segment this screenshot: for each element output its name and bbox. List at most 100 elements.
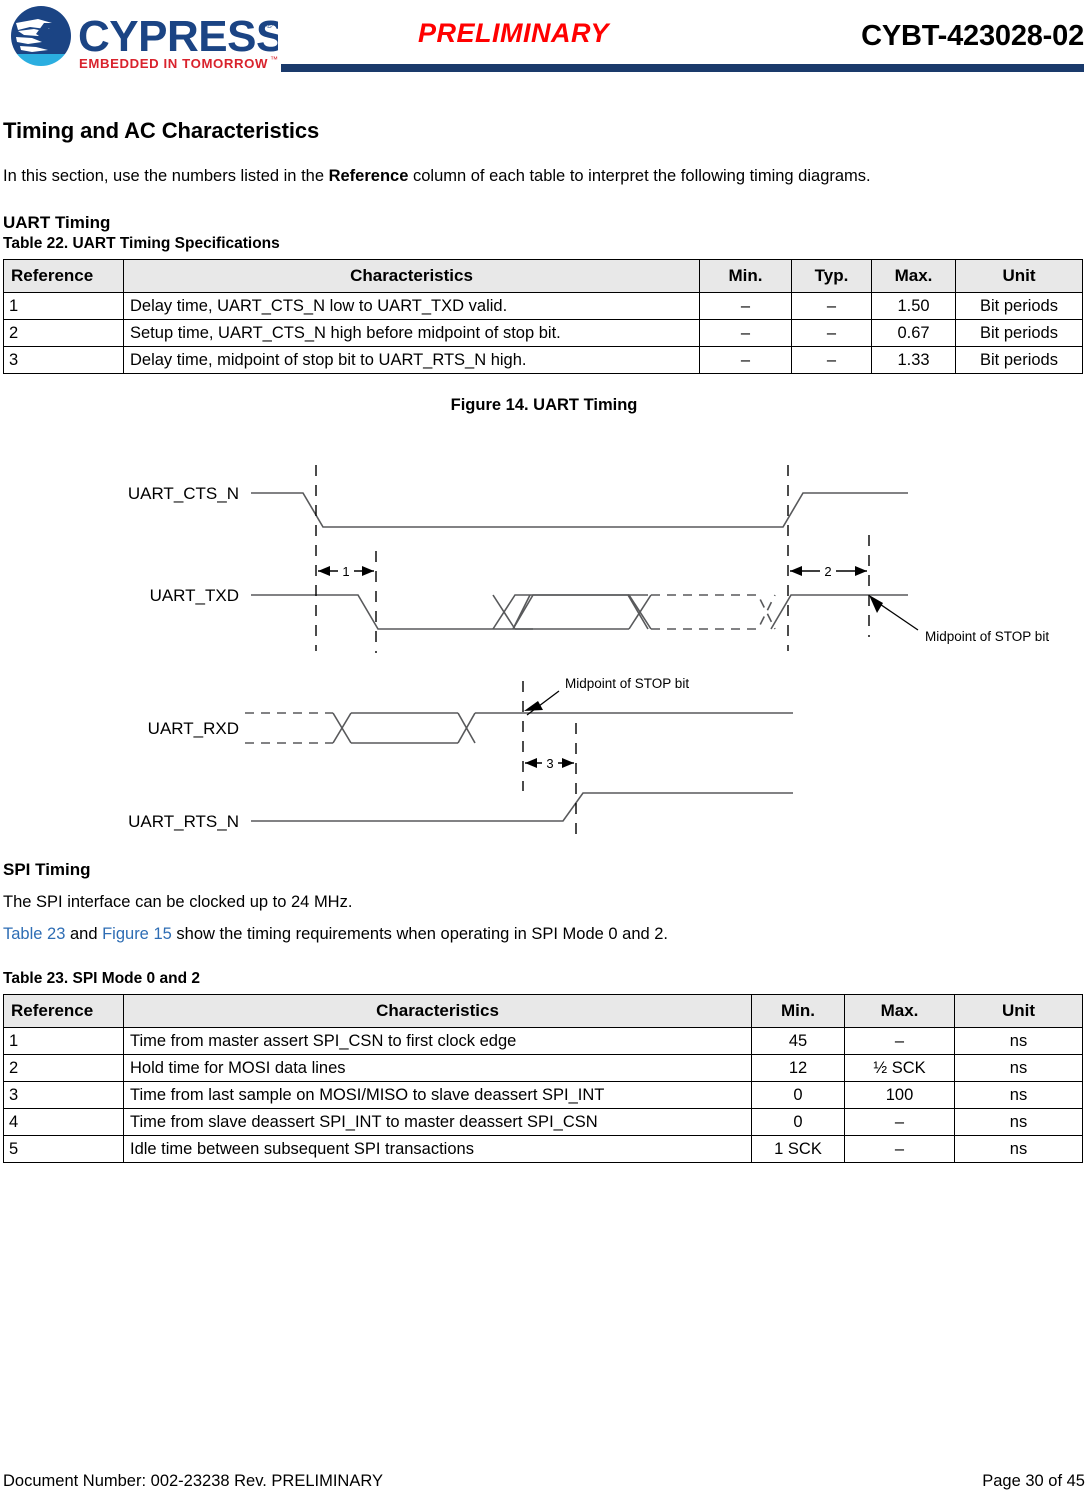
svg-text:Midpoint of STOP bit: Midpoint of STOP bit [925, 629, 1049, 644]
cell-max: 1.50 [871, 292, 956, 320]
cell-unit: ns [954, 1081, 1083, 1109]
intro-text-before: In this section, use the numbers listed … [3, 167, 329, 185]
cell-characteristics: Idle time between subsequent SPI transac… [123, 1135, 752, 1163]
column-header-characteristics: Characteristics [123, 994, 752, 1028]
cell-min: – [699, 319, 792, 347]
cell-max: 0.67 [871, 319, 956, 347]
cell-unit: Bit periods [955, 346, 1083, 374]
cypress-logo: CYPRESS ® EMBEDDED IN TOMORROW ™ [8, 6, 278, 74]
cell-min: – [699, 346, 792, 374]
figure-14-uart-timing: 1 2 Midpoint of STOP bit UART_CTS_N UART… [3, 423, 1085, 848]
cell-min: 0 [751, 1108, 845, 1136]
measurement-marker-1: 1 [318, 563, 374, 579]
cell-characteristics: Time from master assert SPI_CSN to first… [123, 1027, 752, 1055]
measurement-marker-2: 2 [790, 563, 867, 579]
link-figure-15[interactable]: Figure 15 [102, 925, 172, 943]
table-row: 2 Hold time for MOSI data lines 12 ½ SCK… [3, 1054, 1083, 1082]
signal-label-uart-txd: UART_TXD [150, 586, 239, 605]
svg-text:™: ™ [270, 55, 278, 64]
footer-document-number: Document Number: 002-23238 Rev. PRELIMIN… [3, 1472, 383, 1490]
cell-unit: ns [954, 1027, 1083, 1055]
cell-typ: – [791, 292, 872, 320]
table-row: 1 Delay time, UART_CTS_N low to UART_TXD… [3, 292, 1083, 320]
svg-text:CYPRESS: CYPRESS [78, 12, 278, 61]
cell-unit: Bit periods [955, 319, 1083, 347]
svg-text:3: 3 [546, 756, 553, 771]
footer-page-number: Page 30 of 45 [982, 1472, 1085, 1490]
table-row: 5 Idle time between subsequent SPI trans… [3, 1135, 1083, 1163]
table-header-row: Reference Characteristics Min. Typ. Max.… [3, 259, 1083, 293]
stop-bit-annotation-2: Midpoint of STOP bit [524, 676, 689, 716]
cell-unit: Bit periods [955, 292, 1083, 320]
signal-label-uart-cts-n: UART_CTS_N [128, 484, 239, 503]
column-header-unit: Unit [955, 259, 1083, 293]
part-number: CYBT-423028-02 [861, 20, 1084, 52]
cell-characteristics: Setup time, UART_CTS_N high before midpo… [123, 319, 700, 347]
spi-ref-end: show the timing requirements when operat… [171, 925, 669, 943]
cell-characteristics: Time from slave deassert SPI_INT to mast… [123, 1108, 752, 1136]
cell-max: – [844, 1027, 955, 1055]
svg-text:Midpoint of STOP bit: Midpoint of STOP bit [565, 676, 689, 691]
table-row: 3 Delay time, midpoint of stop bit to UA… [3, 346, 1083, 374]
table-header-row: Reference Characteristics Min. Max. Unit [3, 994, 1083, 1028]
spi-mode-table: Reference Characteristics Min. Max. Unit… [3, 994, 1083, 1163]
table-row: 1 Time from master assert SPI_CSN to fir… [3, 1027, 1083, 1055]
cell-characteristics: Time from last sample on MOSI/MISO to sl… [123, 1081, 752, 1109]
column-header-max: Max. [871, 259, 956, 293]
column-header-reference: Reference [3, 259, 124, 293]
link-table-23[interactable]: Table 23 [3, 925, 65, 943]
svg-text:EMBEDDED IN TOMORROW: EMBEDDED IN TOMORROW [79, 56, 268, 71]
column-header-typ: Typ. [791, 259, 872, 293]
page-content: Timing and AC Characteristics In this se… [3, 118, 1085, 1163]
cell-min: 1 SCK [751, 1135, 845, 1163]
page-header: CYPRESS ® EMBEDDED IN TOMORROW ™ PRELIMI… [0, 0, 1090, 80]
cell-characteristics: Delay time, midpoint of stop bit to UART… [123, 346, 700, 374]
cell-max: ½ SCK [844, 1054, 955, 1082]
cell-typ: – [791, 319, 872, 347]
spi-reference-paragraph: Table 23 and Figure 15 show the timing r… [3, 924, 1085, 944]
table-row: 3 Time from last sample on MOSI/MISO to … [3, 1081, 1083, 1109]
table-row: 4 Time from slave deassert SPI_INT to ma… [3, 1108, 1083, 1136]
preliminary-stamp: PRELIMINARY [418, 18, 610, 48]
signal-label-uart-rts-n: UART_RTS_N [128, 812, 239, 831]
svg-text:2: 2 [824, 564, 831, 579]
uart-timing-waveform-svg: 1 2 Midpoint of STOP bit UART_CTS_N UART… [128, 465, 1049, 835]
signal-label-uart-rxd: UART_RXD [148, 719, 239, 738]
cell-reference: 1 [3, 292, 124, 320]
table-row: 2 Setup time, UART_CTS_N high before mid… [3, 319, 1083, 347]
intro-paragraph: In this section, use the numbers listed … [3, 166, 1085, 186]
cell-reference: 3 [3, 346, 124, 374]
header-divider-rule [281, 64, 1084, 72]
column-header-min: Min. [699, 259, 792, 293]
intro-text-after: column of each table to interpret the fo… [408, 167, 871, 185]
cell-unit: ns [954, 1135, 1083, 1163]
cell-unit: ns [954, 1108, 1083, 1136]
column-header-reference: Reference [3, 994, 124, 1028]
cell-max: – [844, 1108, 955, 1136]
column-header-min: Min. [751, 994, 845, 1028]
column-header-unit: Unit [954, 994, 1083, 1028]
cell-max: 100 [844, 1081, 955, 1109]
cell-reference: 5 [3, 1135, 124, 1163]
table-23-caption: Table 23. SPI Mode 0 and 2 [3, 970, 200, 987]
svg-text:®: ® [266, 20, 273, 30]
intro-text-bold: Reference [328, 167, 409, 185]
cell-max: – [844, 1135, 955, 1163]
column-header-max: Max. [844, 994, 955, 1028]
cell-max: 1.33 [871, 346, 956, 374]
uart-timing-subhead: UART Timing [3, 213, 111, 232]
measurement-marker-3: 3 [525, 755, 574, 771]
cypress-logo-svg: CYPRESS ® EMBEDDED IN TOMORROW ™ [11, 6, 278, 71]
column-header-characteristics: Characteristics [123, 259, 700, 293]
document-page: CYPRESS ® EMBEDDED IN TOMORROW ™ PRELIMI… [0, 0, 1090, 1494]
cell-min: – [699, 292, 792, 320]
cell-min: 0 [751, 1081, 845, 1109]
svg-text:1: 1 [342, 564, 349, 579]
spi-ref-mid: and [65, 925, 103, 943]
cell-characteristics: Hold time for MOSI data lines [123, 1054, 752, 1082]
cell-reference: 1 [3, 1027, 124, 1055]
cell-unit: ns [954, 1054, 1083, 1082]
spi-timing-subhead: SPI Timing [3, 860, 91, 879]
stop-bit-annotation-1: Midpoint of STOP bit [869, 595, 1049, 644]
cell-characteristics: Delay time, UART_CTS_N low to UART_TXD v… [123, 292, 700, 320]
